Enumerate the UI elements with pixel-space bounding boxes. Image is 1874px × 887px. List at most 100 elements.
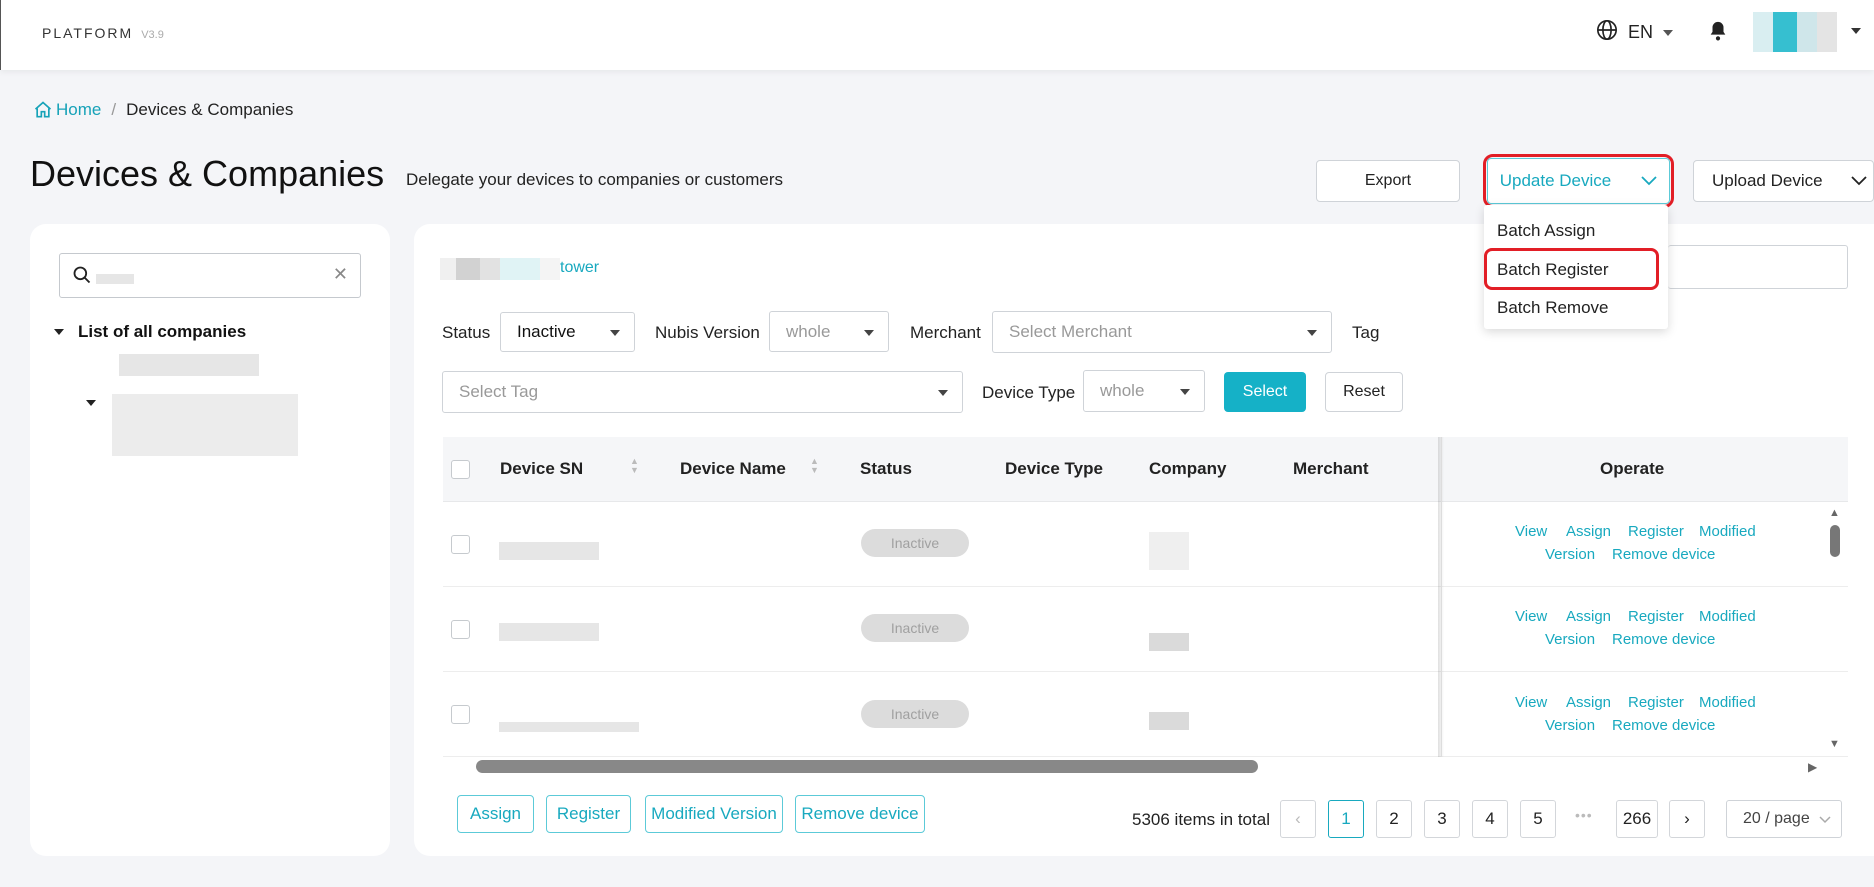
view-link[interactable]: View: [1515, 608, 1547, 625]
company-search-input[interactable]: ✕: [59, 253, 361, 298]
scroll-down-icon[interactable]: ▼: [1829, 738, 1840, 750]
select-all-checkbox[interactable]: [451, 460, 470, 479]
upload-device-label: Upload Device: [1712, 171, 1823, 190]
column-status: Status: [860, 459, 912, 478]
reset-button[interactable]: Reset: [1325, 372, 1403, 412]
scroll-up-icon[interactable]: ▲: [1829, 507, 1840, 519]
company-link[interactable]: tower: [560, 259, 599, 277]
horizontal-scrollbar[interactable]: [476, 760, 1258, 773]
page-5[interactable]: 5: [1520, 800, 1556, 838]
sort-icon[interactable]: ▲ ▼: [630, 457, 639, 475]
highlight-ring: [1484, 248, 1659, 290]
brand-version: V3.9: [141, 29, 164, 41]
modified-version-link[interactable]: Modified: [1699, 694, 1756, 711]
page-266[interactable]: 266: [1616, 800, 1658, 838]
select-button[interactable]: Select: [1224, 372, 1306, 412]
page-1[interactable]: 1: [1328, 800, 1364, 838]
redacted-device-sn: [499, 542, 599, 560]
breadcrumb: Home / Devices & Companies: [33, 100, 293, 120]
page-2[interactable]: 2: [1376, 800, 1412, 838]
row-checkbox[interactable]: [451, 705, 470, 724]
page-subtitle: Delegate your devices to companies or cu…: [406, 170, 784, 189]
page-size-value: 20 / page: [1743, 810, 1810, 827]
register-link[interactable]: Register: [1628, 523, 1684, 540]
tag-select[interactable]: Select Tag: [442, 371, 963, 413]
language-switcher[interactable]: EN: [1596, 19, 1674, 46]
close-icon[interactable]: ✕: [333, 264, 348, 285]
modified-version-link[interactable]: Modified: [1699, 608, 1756, 625]
modified-version-link[interactable]: Version: [1545, 546, 1595, 563]
pagination-total: 5306 items in total: [1132, 810, 1270, 829]
redacted-company: [1149, 633, 1189, 651]
modified-version-link[interactable]: Modified: [1699, 523, 1756, 540]
assign-link[interactable]: Assign: [1566, 608, 1611, 625]
prev-page-button[interactable]: ‹: [1280, 800, 1316, 838]
caret-down-icon: [610, 330, 620, 336]
export-button[interactable]: Export: [1316, 160, 1460, 202]
vertical-scrollbar[interactable]: [1830, 525, 1840, 557]
column-device-sn[interactable]: Device SN: [500, 459, 583, 479]
column-device-name[interactable]: Device Name: [680, 459, 786, 479]
avatar[interactable]: [1753, 12, 1837, 52]
table-header: Device SN ▲ ▼ Device Name ▲ ▼ Status Devic…: [443, 437, 1848, 502]
tree-root[interactable]: List of all companies: [54, 322, 246, 342]
nubis-version-label: Nubis Version: [655, 323, 760, 342]
breadcrumb-current: Devices & Companies: [126, 100, 294, 119]
register-link[interactable]: Register: [1628, 694, 1684, 711]
column-operate: Operate: [1600, 459, 1665, 478]
row-checkbox[interactable]: [451, 620, 470, 639]
upload-device-button[interactable]: Upload Device: [1693, 160, 1874, 202]
chevron-left-icon: ‹: [1295, 809, 1301, 828]
status-select[interactable]: Inactive: [500, 312, 635, 352]
pagination-ellipsis[interactable]: •••: [1575, 807, 1593, 823]
chevron-right-icon: ›: [1684, 809, 1690, 828]
brand: PLATFORM V3.9: [42, 25, 164, 41]
menu-item-batch-remove[interactable]: Batch Remove: [1497, 298, 1609, 318]
bulk-remove-device-button[interactable]: Remove device: [795, 795, 925, 833]
redacted-tree-item: [119, 354, 259, 376]
caret-down-icon: [1180, 389, 1190, 395]
page-size-select[interactable]: 20 / page: [1726, 800, 1842, 838]
modified-version-link[interactable]: Version: [1545, 631, 1595, 648]
sort-icon[interactable]: ▲ ▼: [810, 457, 819, 475]
tag-placeholder: Select Tag: [459, 382, 539, 401]
remove-device-link[interactable]: Remove device: [1612, 546, 1715, 563]
chevron-down-icon: [1850, 176, 1867, 186]
modified-version-link[interactable]: Version: [1545, 717, 1595, 734]
caret-down-icon[interactable]: [86, 400, 96, 406]
row-checkbox[interactable]: [451, 535, 470, 554]
view-link[interactable]: View: [1515, 694, 1547, 711]
page-3[interactable]: 3: [1424, 800, 1460, 838]
assign-link[interactable]: Assign: [1566, 523, 1611, 540]
column-device-type: Device Type: [1005, 459, 1103, 478]
brand-name: PLATFORM: [42, 25, 134, 41]
chevron-down-icon[interactable]: [1851, 28, 1861, 34]
register-link[interactable]: Register: [1628, 608, 1684, 625]
scroll-right-icon[interactable]: ▶: [1808, 760, 1817, 774]
device-type-label: Device Type: [982, 383, 1076, 402]
search-input[interactable]: [1668, 245, 1848, 289]
page-4[interactable]: 4: [1472, 800, 1508, 838]
nubis-version-select[interactable]: whole: [769, 311, 889, 352]
next-page-button[interactable]: ›: [1669, 800, 1705, 838]
menu-item-batch-assign[interactable]: Batch Assign: [1497, 221, 1595, 241]
redacted-company: [1149, 532, 1189, 570]
remove-device-link[interactable]: Remove device: [1612, 717, 1715, 734]
status-select-value: Inactive: [517, 322, 576, 341]
search-icon: [73, 266, 91, 284]
device-type-select[interactable]: whole: [1083, 370, 1205, 412]
merchant-select[interactable]: Select Merchant: [992, 311, 1332, 353]
redacted-company-name: [440, 258, 560, 280]
bulk-register-button[interactable]: Register: [546, 795, 631, 833]
bulk-modified-version-button[interactable]: Modified Version: [645, 795, 783, 833]
breadcrumb-home[interactable]: Home: [33, 100, 101, 120]
view-link[interactable]: View: [1515, 523, 1547, 540]
redacted-text: [96, 274, 134, 284]
chevron-down-icon: [1819, 816, 1831, 824]
breadcrumb-separator: /: [111, 100, 117, 119]
remove-device-link[interactable]: Remove device: [1612, 631, 1715, 648]
assign-link[interactable]: Assign: [1566, 694, 1611, 711]
globe-icon: [1596, 19, 1618, 46]
bell-icon[interactable]: [1707, 19, 1729, 48]
bulk-assign-button[interactable]: Assign: [457, 795, 534, 833]
